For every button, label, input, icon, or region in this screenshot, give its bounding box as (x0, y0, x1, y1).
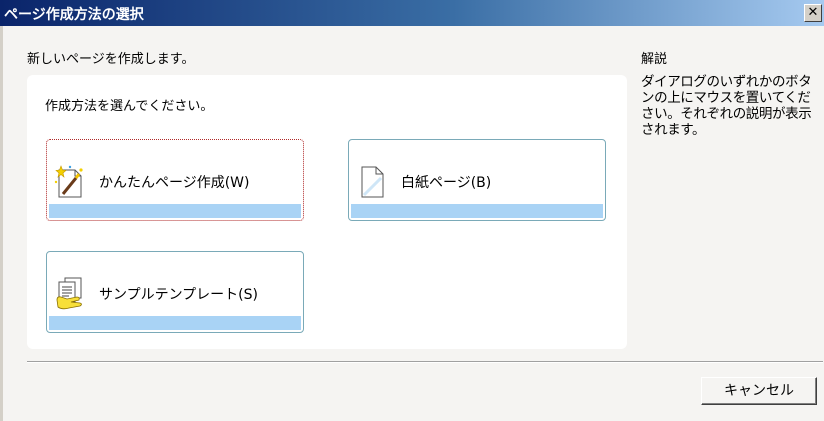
explanation-title: 解説 (641, 52, 668, 67)
window-title: ページ作成方法の選択 (4, 7, 144, 23)
cancel-button[interactable]: キャンセル (701, 377, 817, 405)
title-bar: ページ作成方法の選択 ✕ (0, 0, 824, 26)
options-prompt: 作成方法を選んでください。 (45, 99, 214, 114)
blank-page-button[interactable]: 白紙ページ(B) (348, 139, 606, 221)
explanation-text: ダイアログのいずれかのボタンの上にマウスを置いてください。それぞれの説明が表示さ… (641, 74, 812, 138)
easy-page-bar (49, 204, 301, 218)
blank-page-label: 白紙ページ(B) (401, 175, 492, 191)
template-hand-icon (56, 277, 82, 310)
footer-divider (27, 361, 823, 363)
blank-page-icon (361, 166, 384, 198)
dialog-subtitle: 新しいページを作成します。 (27, 52, 195, 67)
wizard-page-icon (54, 165, 83, 198)
sample-template-bar (49, 316, 301, 330)
blank-page-bar (351, 204, 603, 218)
easy-page-button[interactable]: かんたんページ作成(W) (46, 139, 304, 221)
sample-template-button[interactable]: サンプルテンプレート(S) (46, 251, 304, 333)
sample-template-label: サンプルテンプレート(S) (99, 287, 258, 303)
easy-page-label: かんたんページ作成(W) (99, 175, 250, 191)
close-button[interactable]: ✕ (804, 4, 822, 22)
